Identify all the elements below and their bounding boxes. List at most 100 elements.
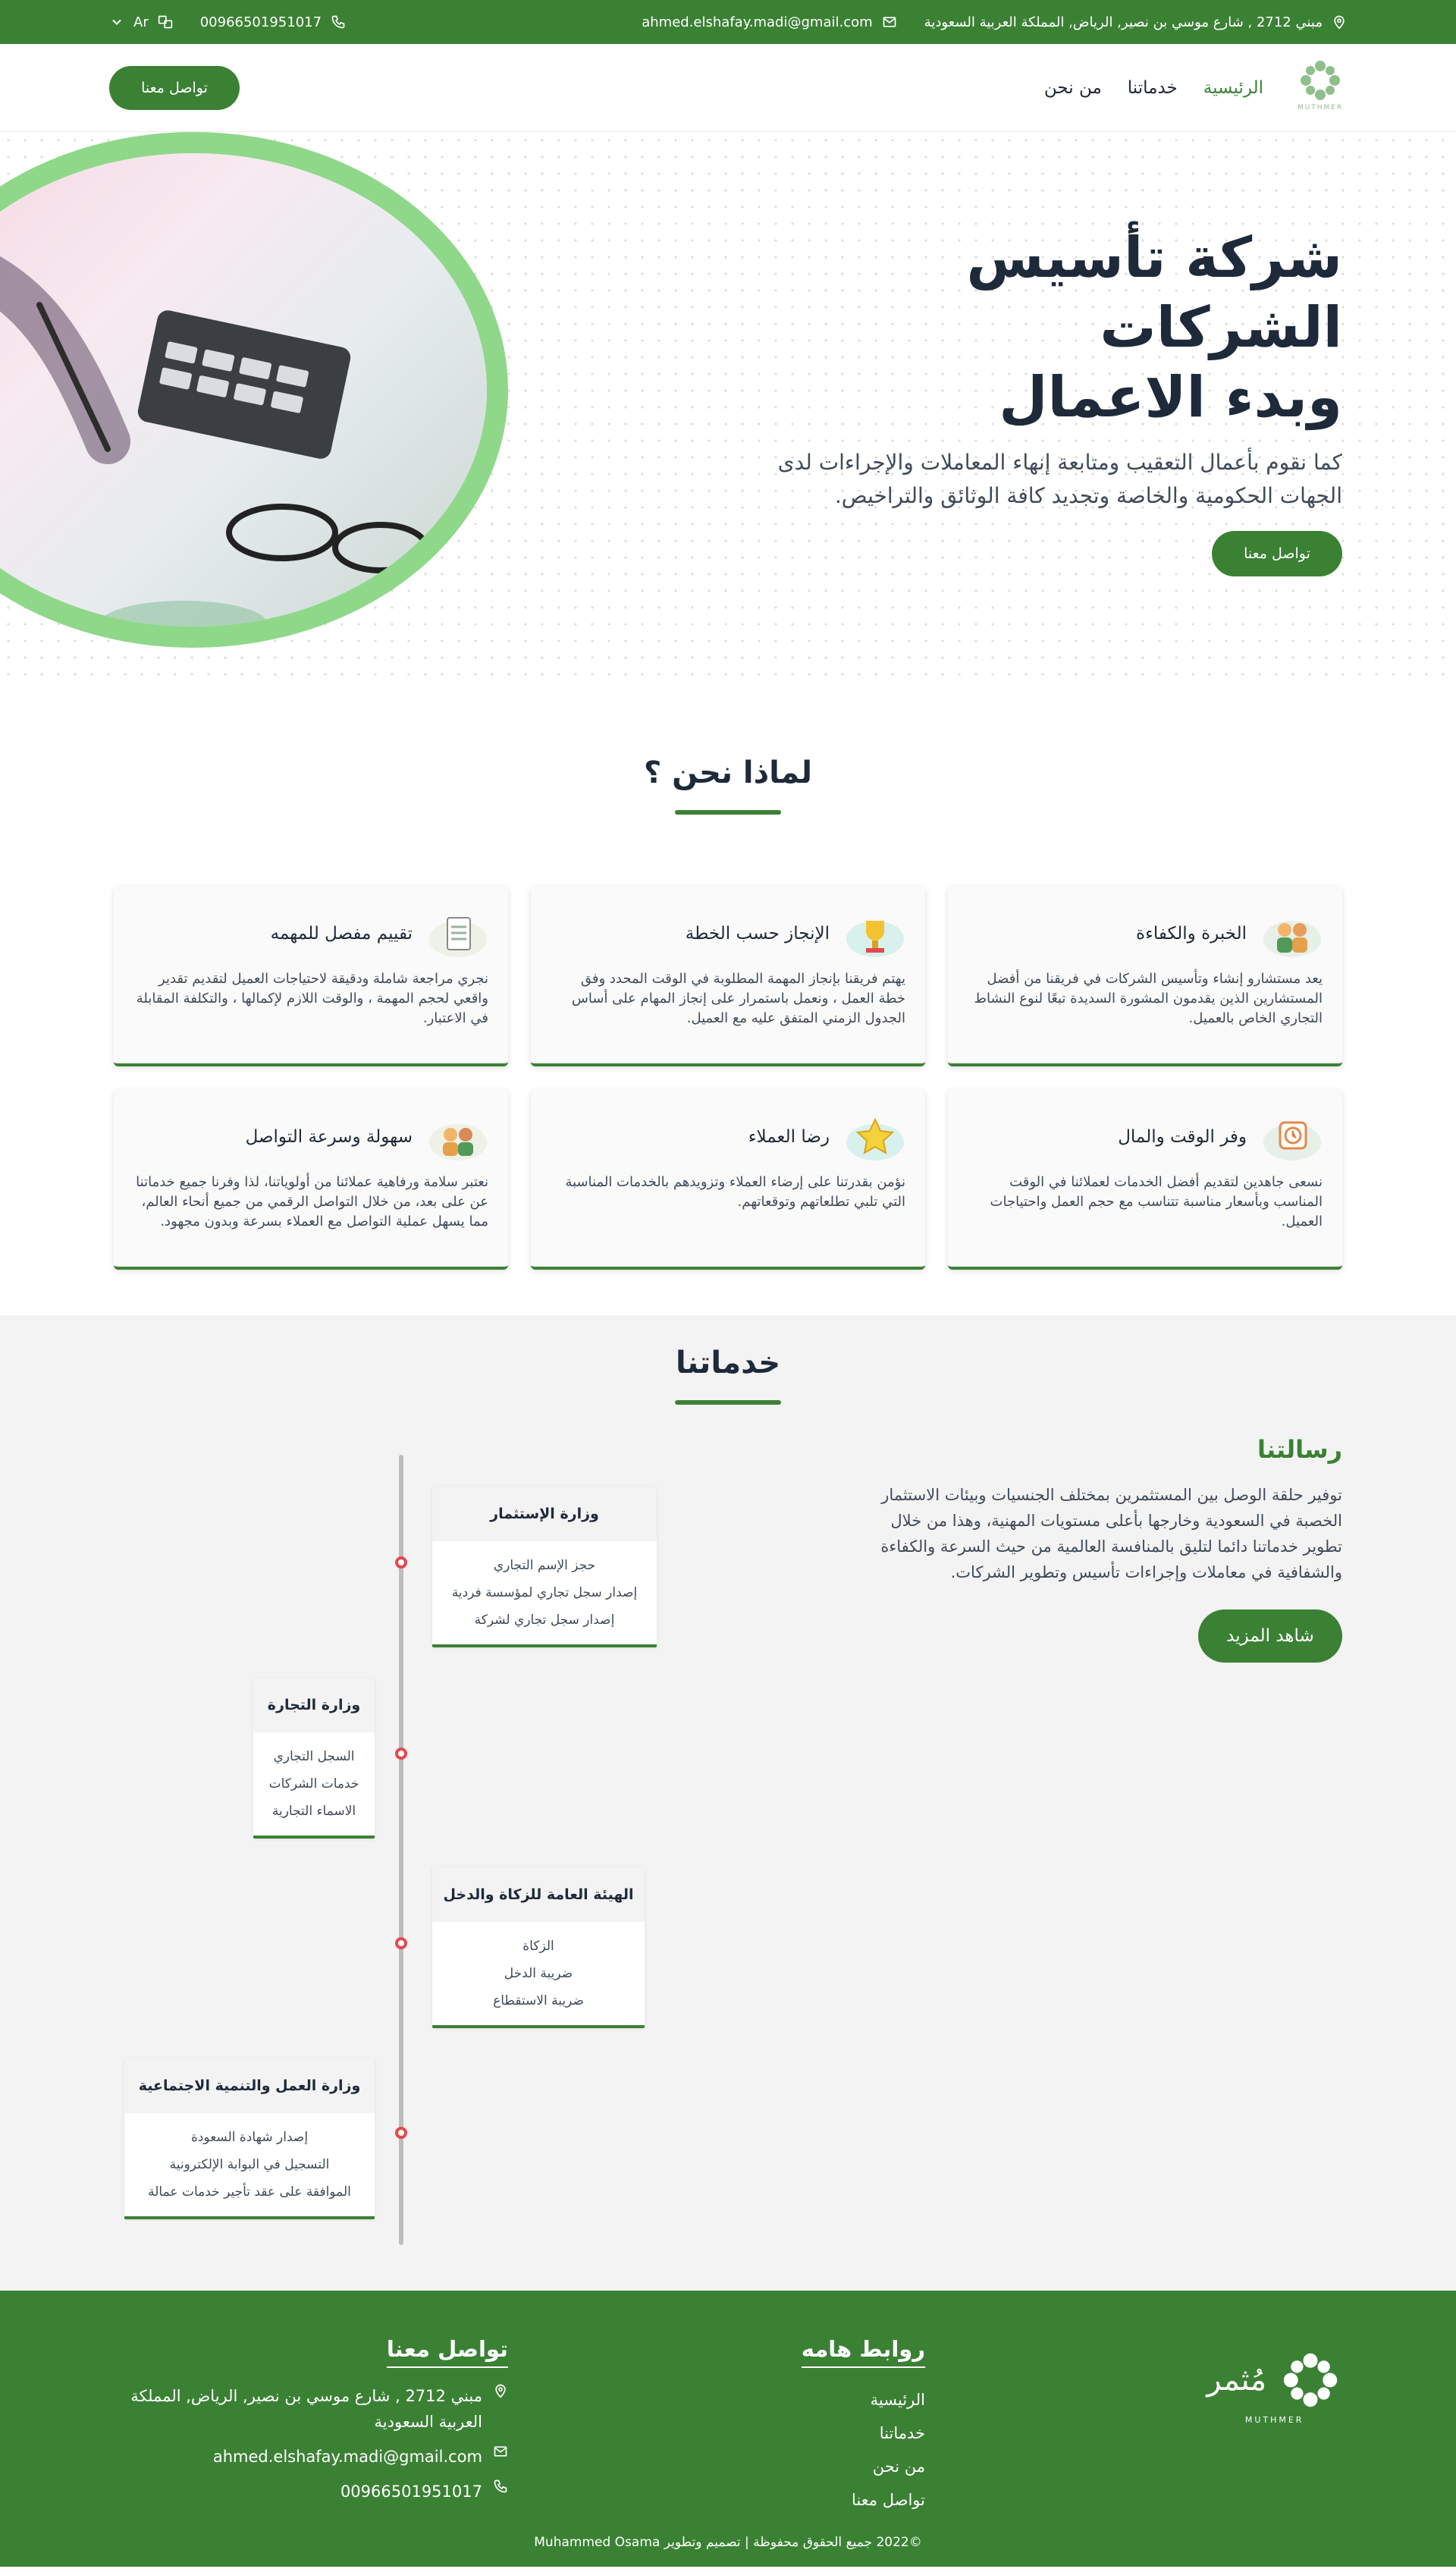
hero-section: شركة تأسيس الشركات وبدء الاعمال كما نقوم… [0,132,1456,686]
footer-link-contact[interactable]: تواصل معنا [802,2483,925,2517]
footer-link-about[interactable]: من نحن [802,2450,925,2483]
footer-contact-title: تواصل معنا [386,2336,508,2368]
footer-email[interactable]: ahmed.elshafay.madi@gmail.com [121,2444,508,2470]
hero-text: شركة تأسيس الشركات وبدء الاعمال كما نقوم… [766,223,1342,576]
location-pin-icon [493,2383,508,2398]
feature-card: تقييم مفصل للمهمه نجري مراجعة شاملة ودقي… [114,886,508,1066]
flower-logo-icon [1283,2353,1338,2407]
top-bar-right: 00966501951017 Ar [109,14,346,30]
mail-icon [882,14,897,30]
footer-email-text[interactable]: ahmed.elshafay.madi@gmail.com [213,2444,482,2470]
top-bar-contact: مبني 2712 , شارع موسي بن نصير, الرياض, ا… [642,14,1347,30]
top-address-text: مبني 2712 , شارع موسي بن نصير, الرياض, ا… [924,14,1323,30]
top-email[interactable]: ahmed.elshafay.madi@gmail.com [642,14,896,30]
checklist-icon [428,909,488,959]
why-us-underline [675,810,781,815]
contact-button[interactable]: تواصل معنا [109,66,240,110]
footer-links: روابط هامه الرئيسية خدماتنا من نحن تواصل… [801,2336,925,2517]
team-icon [1262,909,1323,959]
feature-card: الخبرة والكفاءة يعد مستشارو إنشاء وتأسيس… [948,886,1342,1066]
hero-description: كما نقوم بأعمال التعقيب ومتابعة إنهاء ال… [777,450,1342,508]
footer-logo[interactable]: مُثمر MUTHMER [1207,2348,1342,2425]
logo-text: MUTHMER [1297,104,1344,111]
timeline-item: التسجيل في البوابة الإلكترونية [169,2157,330,2172]
timeline-item: الاسماء التجارية [271,1804,356,1819]
trophy-icon [845,909,905,959]
nav-right: MUTHMER الرئيسية خدماتنا من نحن [1044,57,1347,119]
timeline-card: وزارة الإستثمار حجز الإسم التجاري إصدار … [432,1487,657,1647]
timeline-item: السجل التجاري [273,1749,355,1764]
footer-logo-subtext: MUTHMER [1244,2415,1304,2425]
feature-text: يعد مستشارو إنشاء وتأسيس الشركات في فريق… [974,971,1323,1026]
footer-logo-text: مُثمر [1207,2363,1266,2398]
footer-phone[interactable]: 00966501951017 [121,2479,508,2504]
timeline-card-title: الهيئة العامة للزكاة والدخل [432,1867,645,1922]
timeline-dot [395,1556,407,1569]
feature-text: نسعى جاهدين لتقديم أفضل الخدمات لعملائنا… [990,1174,1323,1229]
timeline-card-title: وزارة العمل والتنمية الاجتماعية [124,2059,375,2113]
hero-title: شركة تأسيس الشركات وبدء الاعمال [766,223,1342,432]
desk-illustration [0,256,429,627]
timeline-dot [395,2127,407,2139]
timeline-dot [395,1748,407,1760]
services-section: خدماتنا رسالتنا توفير حلقة الوصل بين الم… [0,1315,1456,2291]
timeline-item: الموافقة على عقد تأجير خدمات عمالة [148,2184,351,2200]
feature-card: الإنجاز حسب الخطة يهتم فريقنا بإنجاز الم… [531,886,925,1066]
nav-about[interactable]: من نحن [1044,78,1102,98]
nav-home[interactable]: الرئيسية [1203,78,1263,98]
feature-card: رضا العملاء نؤمن بقدرتنا على إرضاء العمل… [531,1089,925,1270]
timeline-item: ضريبة الاستقطاع [493,1993,584,2008]
feature-title: سهولة وسرعة التواصل [245,1127,413,1147]
footer: مُثمر MUTHMER روابط هامه الرئيسية خدماتن… [0,2291,1456,2567]
timeline-card: وزارة العمل والتنمية الاجتماعية إصدار شه… [124,2059,375,2219]
flower-logo-icon [1301,61,1340,100]
footer-links-title: روابط هامه [801,2336,925,2368]
navbar: MUTHMER الرئيسية خدماتنا من نحن تواصل مع… [0,44,1456,132]
feature-title: الخبرة والكفاءة [1136,924,1247,944]
feature-text: نعتبر سلامة ورفاهية عملائنا من أولوياتنا… [136,1174,488,1229]
footer-link-services[interactable]: خدماتنا [802,2417,925,2450]
top-address: مبني 2712 , شارع موسي بن نصير, الرياض, ا… [924,14,1347,30]
why-us-section: لماذا نحن ؟ الخبرة والكفاءة يعد مستشارو … [0,686,1456,1315]
feature-title: الإنجاز حسب الخطة [685,924,830,944]
feature-text: نؤمن بقدرتنا على إرضاء العملاء وتزويدهم … [565,1174,905,1210]
site-logo[interactable]: MUTHMER [1294,57,1347,119]
hero-title-line-1: شركة تأسيس الشركات [966,225,1342,360]
top-email-text[interactable]: ahmed.elshafay.madi@gmail.com [642,14,872,30]
language-label[interactable]: Ar [133,14,149,30]
timeline-item: إصدار سجل تجاري لشركة [474,1613,615,1628]
location-pin-icon [1332,14,1347,30]
hero-contact-button[interactable]: تواصل معنا [1212,531,1342,576]
feature-title: رضا العملاء [748,1127,830,1147]
services-underline [675,1400,781,1405]
hero-image [0,153,487,627]
timeline-item: ضريبة الدخل [504,1966,573,1981]
features-grid: الخبرة والكفاءة يعد مستشارو إنشاء وتأسيس… [0,886,1456,1270]
feature-title: وفر الوقت والمال [1118,1127,1247,1147]
timeline-item: إصدار شهادة السعودة [190,2130,309,2145]
mission-title: رسالتنا [1257,1435,1342,1464]
footer-phone-text[interactable]: 00966501951017 [340,2479,482,2504]
top-phone[interactable]: 00966501951017 [200,14,346,30]
feature-text: نجري مراجعة شاملة ودقيقة لاحتياجات العمي… [136,971,488,1026]
timeline-card-title: وزارة الإستثمار [432,1487,657,1541]
feature-card: سهولة وسرعة التواصل نعتبر سلامة ورفاهية … [114,1089,508,1270]
chevron-down-icon [109,14,124,30]
footer-address-text: مبني 2712 , شارع موسي بن نصير, الرياض, ا… [130,2387,482,2431]
timeline-item: حجز الإسم التجاري [493,1558,596,1573]
mission-block: رسالتنا توفير حلقة الوصل بين المستثمرين … [857,1435,1342,1663]
timeline-card: وزارة التجارة السجل التجاري خدمات الشركا… [253,1678,375,1839]
language-switcher[interactable]: Ar [109,14,173,30]
timeline-item: إصدار سجل تجاري لمؤسسة فردية [451,1585,638,1600]
mission-text: توفير حلقة الوصل بين المستثمرين بمختلف ا… [880,1486,1342,1581]
services-title: خدماتنا [675,1346,781,1380]
hero-image-frame [0,132,508,648]
nav-services[interactable]: خدماتنا [1128,78,1178,98]
top-phone-text[interactable]: 00966501951017 [200,14,322,30]
phone-icon [493,2479,508,2494]
mail-icon [493,2444,508,2459]
top-bar: مبني 2712 , شارع موسي بن نصير, الرياض, ا… [0,0,1456,44]
footer-link-home[interactable]: الرئيسية [802,2383,925,2417]
see-more-button[interactable]: شاهد المزيد [1198,1609,1342,1663]
nav-links: الرئيسية خدماتنا من نحن [1044,78,1263,98]
